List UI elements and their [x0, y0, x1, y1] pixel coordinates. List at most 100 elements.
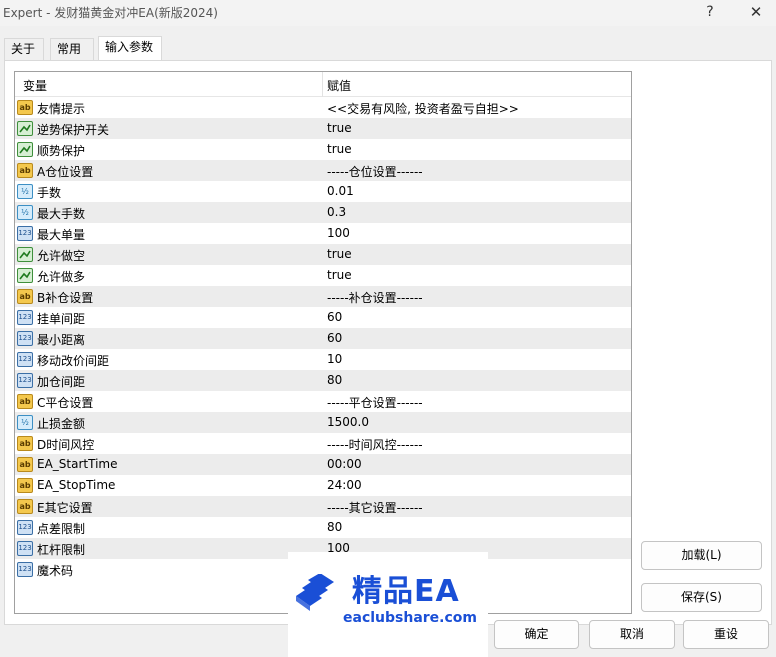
- variable-name: 加仓间距: [37, 375, 86, 389]
- column-header-variable[interactable]: 变量: [23, 77, 47, 94]
- watermark-url: eaclubshare.com: [343, 610, 477, 626]
- variable-name: A仓位设置: [37, 165, 94, 179]
- table-row[interactable]: ½ 止损金额 1500.0: [15, 412, 631, 433]
- reset-button[interactable]: 重设: [683, 620, 769, 649]
- inputs-table[interactable]: 变量 赋值 ab 友情提示 <<交易有风险, 投资者盈亏自担>> 逆势保护开关 true…: [14, 71, 632, 614]
- variable-name: 顺势保护: [37, 144, 86, 158]
- table-row[interactable]: 123 最小距离 60: [15, 328, 631, 349]
- variable-value[interactable]: 80: [327, 373, 342, 387]
- table-row[interactable]: 逆势保护开关 true: [15, 118, 631, 139]
- variable-value[interactable]: -----补仓设置------: [327, 289, 423, 306]
- variable-value[interactable]: 0.01: [327, 184, 354, 198]
- ok-button[interactable]: 确定: [494, 620, 579, 649]
- variable-value[interactable]: 100: [327, 226, 350, 240]
- bool-type-icon: [17, 247, 33, 262]
- string-type-icon: ab: [17, 100, 33, 115]
- table-row[interactable]: 123 点差限制 80: [15, 517, 631, 538]
- help-button[interactable]: ?: [695, 2, 725, 24]
- table-row[interactable]: 允许做空 true: [15, 244, 631, 265]
- variable-value[interactable]: true: [327, 121, 352, 135]
- bool-type-icon: [17, 142, 33, 157]
- table-row[interactable]: ab B补仓设置 -----补仓设置------: [15, 286, 631, 307]
- table-row[interactable]: 123 挂单间距 60: [15, 307, 631, 328]
- variable-value[interactable]: 60: [327, 331, 342, 345]
- variable-name: 止损金额: [37, 417, 86, 431]
- variable-value[interactable]: 0.3: [327, 205, 346, 219]
- variable-name: 友情提示: [37, 102, 86, 116]
- table-row[interactable]: 顺势保护 true: [15, 139, 631, 160]
- variable-name: C平仓设置: [37, 396, 94, 410]
- title-bar: Expert - 发财猫黄金对冲EA(新版2024) ? ✕: [0, 0, 776, 26]
- int-type-icon: 123: [17, 226, 33, 241]
- string-type-icon: ab: [17, 289, 33, 304]
- variable-name: D时间风控: [37, 438, 95, 452]
- table-row[interactable]: ab EA_StopTime 24:00: [15, 475, 631, 496]
- variable-value[interactable]: true: [327, 247, 352, 261]
- tab-common[interactable]: 常用: [50, 38, 94, 60]
- load-button[interactable]: 加载(L): [641, 541, 762, 570]
- table-row[interactable]: ab C平仓设置 -----平仓设置------: [15, 391, 631, 412]
- variable-name: 最大单量: [37, 228, 86, 242]
- tab-inputs[interactable]: 输入参数: [98, 36, 162, 61]
- variable-value[interactable]: -----时间风控------: [327, 436, 423, 453]
- variable-value[interactable]: 1500.0: [327, 415, 369, 429]
- close-button[interactable]: ✕: [741, 2, 771, 24]
- variable-name: EA_StopTime: [37, 478, 116, 492]
- variable-value[interactable]: -----仓位设置------: [327, 163, 423, 180]
- int-type-icon: 123: [17, 310, 33, 325]
- cancel-button[interactable]: 取消: [589, 620, 675, 649]
- variable-value[interactable]: 24:00: [327, 478, 362, 492]
- window-title: Expert - 发财猫黄金对冲EA(新版2024): [3, 6, 218, 20]
- table-row[interactable]: ab A仓位设置 -----仓位设置------: [15, 160, 631, 181]
- watermark: 精品EA eaclubshare.com: [288, 552, 488, 657]
- int-type-icon: 123: [17, 520, 33, 535]
- int-type-icon: 123: [17, 331, 33, 346]
- variable-value[interactable]: 10: [327, 352, 342, 366]
- double-type-icon: ½: [17, 415, 33, 430]
- watermark-name: 精品EA: [352, 574, 460, 609]
- bool-type-icon: [17, 121, 33, 136]
- variable-value[interactable]: 80: [327, 520, 342, 534]
- int-type-icon: 123: [17, 541, 33, 556]
- table-row[interactable]: 123 加仓间距 80: [15, 370, 631, 391]
- variable-name: B补仓设置: [37, 291, 94, 305]
- variable-name: 点差限制: [37, 522, 86, 536]
- variable-value[interactable]: -----平仓设置------: [327, 394, 423, 411]
- double-type-icon: ½: [17, 184, 33, 199]
- variable-name: 允许做多: [37, 270, 86, 284]
- variable-value[interactable]: true: [327, 268, 352, 282]
- variable-name: E其它设置: [37, 501, 93, 515]
- variable-name: 最小距离: [37, 333, 86, 347]
- variable-value[interactable]: true: [327, 142, 352, 156]
- table-row[interactable]: ab 友情提示 <<交易有风险, 投资者盈亏自担>>: [15, 97, 631, 118]
- table-row[interactable]: ab D时间风控 -----时间风控------: [15, 433, 631, 454]
- string-type-icon: ab: [17, 478, 33, 493]
- table-row[interactable]: ½ 手数 0.01: [15, 181, 631, 202]
- string-type-icon: ab: [17, 457, 33, 472]
- int-type-icon: 123: [17, 562, 33, 577]
- table-body: ab 友情提示 <<交易有风险, 投资者盈亏自担>> 逆势保护开关 true 顺势保护 tr…: [15, 97, 631, 580]
- column-divider[interactable]: [322, 72, 323, 97]
- tab-about[interactable]: 关于: [4, 38, 44, 60]
- string-type-icon: ab: [17, 394, 33, 409]
- variable-value[interactable]: -----其它设置------: [327, 499, 423, 516]
- variable-name: 最大手数: [37, 207, 86, 221]
- table-row[interactable]: ab EA_StartTime 00:00: [15, 454, 631, 475]
- table-row[interactable]: 允许做多 true: [15, 265, 631, 286]
- save-button[interactable]: 保存(S): [641, 583, 762, 612]
- variable-name: 允许做空: [37, 249, 86, 263]
- double-type-icon: ½: [17, 205, 33, 220]
- table-row[interactable]: ½ 最大手数 0.3: [15, 202, 631, 223]
- variable-value[interactable]: <<交易有风险, 投资者盈亏自担>>: [327, 100, 519, 117]
- variable-name: 手数: [37, 186, 62, 200]
- variable-value[interactable]: 00:00: [327, 457, 362, 471]
- variable-name: 魔术码: [37, 564, 74, 578]
- table-row[interactable]: 123 移动改价间距 10: [15, 349, 631, 370]
- table-row[interactable]: 123 最大单量 100: [15, 223, 631, 244]
- variable-name: 杠杆限制: [37, 543, 86, 557]
- column-header-value[interactable]: 赋值: [327, 77, 351, 94]
- variable-name: 移动改价间距: [37, 354, 110, 368]
- watermark-logo-icon: [296, 574, 334, 611]
- variable-value[interactable]: 60: [327, 310, 342, 324]
- table-row[interactable]: ab E其它设置 -----其它设置------: [15, 496, 631, 517]
